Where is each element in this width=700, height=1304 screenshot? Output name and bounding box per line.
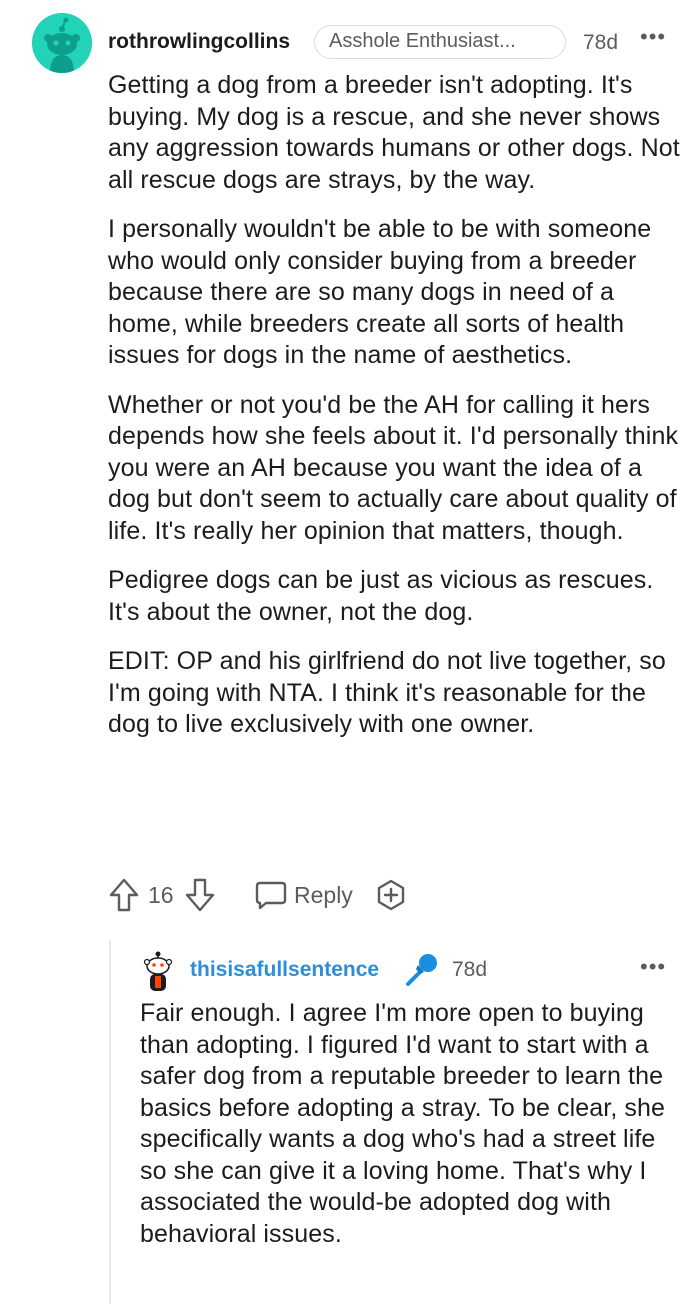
reply-button[interactable]: Reply <box>254 875 353 915</box>
comment-username[interactable]: rothrowlingcollins <box>108 30 290 54</box>
reply-body: Fair enough. I agree I'm more open to bu… <box>140 998 680 1268</box>
reply-username[interactable]: thisisafullsentence <box>190 958 379 982</box>
reply-label: Reply <box>294 881 353 908</box>
user-flair: Asshole Enthusiast... <box>314 25 566 59</box>
thread-line[interactable] <box>109 940 111 1304</box>
comment-paragraph: Whether or not you'd be the AH for calli… <box>108 390 679 545</box>
more-options-icon[interactable]: ••• <box>640 954 666 980</box>
reply-user-avatar[interactable] <box>141 950 175 994</box>
user-avatar[interactable] <box>32 13 92 73</box>
reply-text: Fair enough. I agree I'm more open to bu… <box>140 999 666 1248</box>
comment-paragraph: EDIT: OP and his girlfriend do not live … <box>108 647 666 738</box>
vote-score: 16 <box>148 881 174 908</box>
comment-body: Getting a dog from a breeder isn't adopt… <box>108 70 680 759</box>
upvote-arrow-icon <box>109 878 139 912</box>
more-options-icon[interactable]: ••• <box>640 24 666 50</box>
downvote-button[interactable] <box>184 875 216 915</box>
comment-action-bar: 16 Reply <box>108 875 428 915</box>
comment-paragraph: Getting a dog from a breeder isn't adopt… <box>108 71 680 194</box>
reply-age: 78d <box>452 958 488 981</box>
chat-bubble-icon <box>255 881 287 910</box>
snoo-avatar-icon <box>32 13 92 73</box>
add-award-icon <box>377 879 405 911</box>
comment-paragraph: Pedigree dogs can be just as vicious as … <box>108 566 654 626</box>
snoo-avatar-icon <box>143 951 173 991</box>
award-button[interactable] <box>374 875 408 915</box>
upvote-button[interactable] <box>108 875 140 915</box>
comment-age: 78d <box>583 31 619 54</box>
microphone-icon <box>404 951 440 987</box>
downvote-arrow-icon <box>185 878 215 912</box>
comment-paragraph: I personally wouldn't be able to be with… <box>108 215 652 369</box>
